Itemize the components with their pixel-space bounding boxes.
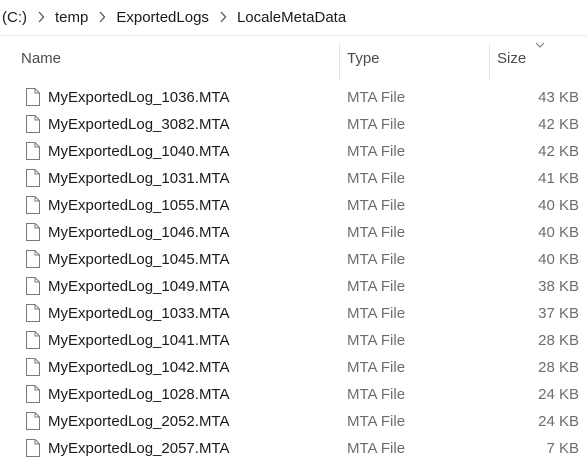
file-icon: [26, 196, 40, 214]
file-name[interactable]: MyExportedLog_1042.MTA: [48, 354, 230, 381]
file-size: 42 KB: [538, 116, 579, 133]
file-size: 37 KB: [538, 305, 579, 322]
file-size: 24 KB: [538, 386, 579, 403]
file-icon: [26, 250, 40, 268]
file-icon: [26, 412, 40, 430]
file-name[interactable]: MyExportedLog_1031.MTA: [48, 165, 230, 192]
file-type: MTA File: [347, 440, 406, 457]
file-row[interactable]: MyExportedLog_1033.MTA MTA File 37 KB: [0, 300, 587, 327]
file-size: 28 KB: [538, 332, 579, 349]
file-row[interactable]: MyExportedLog_1041.MTA MTA File 28 KB: [0, 327, 587, 354]
chevron-down-icon: [535, 42, 545, 48]
file-type: MTA File: [347, 359, 406, 376]
file-icon: [26, 331, 40, 349]
file-size: 7 KB: [546, 440, 579, 457]
file-row[interactable]: MyExportedLog_1042.MTA MTA File 28 KB: [0, 354, 587, 381]
file-name[interactable]: MyExportedLog_1033.MTA: [48, 300, 230, 327]
file-type: MTA File: [347, 224, 406, 241]
file-icon: [26, 304, 40, 322]
file-name[interactable]: MyExportedLog_1036.MTA: [48, 84, 230, 111]
file-row[interactable]: MyExportedLog_1031.MTA MTA File 41 KB: [0, 165, 587, 192]
file-row[interactable]: MyExportedLog_1046.MTA MTA File 40 KB: [0, 219, 587, 246]
file-row[interactable]: MyExportedLog_3082.MTA MTA File 42 KB: [0, 111, 587, 138]
file-name[interactable]: MyExportedLog_1049.MTA: [48, 273, 230, 300]
chevron-right-icon[interactable]: [29, 11, 53, 23]
file-row[interactable]: MyExportedLog_1055.MTA MTA File 40 KB: [0, 192, 587, 219]
file-row[interactable]: MyExportedLog_2052.MTA MTA File 24 KB: [0, 408, 587, 435]
file-icon: [26, 277, 40, 295]
file-type: MTA File: [347, 332, 406, 349]
breadcrumb: (C:) temp ExportedLogs LocaleMetaData: [0, 0, 587, 34]
chevron-right-icon[interactable]: [90, 11, 114, 23]
file-row[interactable]: MyExportedLog_1036.MTA MTA File 43 KB: [0, 84, 587, 111]
file-size: 28 KB: [538, 359, 579, 376]
file-row[interactable]: MyExportedLog_1028.MTA MTA File 24 KB: [0, 381, 587, 408]
column-header-type[interactable]: Type: [347, 36, 477, 81]
file-type: MTA File: [347, 170, 406, 187]
breadcrumb-item-drive[interactable]: (C:): [0, 9, 29, 26]
breadcrumb-item-exportedlogs[interactable]: ExportedLogs: [114, 9, 211, 26]
file-name[interactable]: MyExportedLog_1040.MTA: [48, 138, 230, 165]
file-icon: [26, 88, 40, 106]
file-row[interactable]: MyExportedLog_2057.MTA MTA File 7 KB: [0, 435, 587, 462]
file-type: MTA File: [347, 386, 406, 403]
file-name[interactable]: MyExportedLog_1045.MTA: [48, 246, 230, 273]
file-name[interactable]: MyExportedLog_3082.MTA: [48, 111, 230, 138]
file-size: 38 KB: [538, 278, 579, 295]
file-type: MTA File: [347, 278, 406, 295]
column-header-name[interactable]: Name: [21, 36, 331, 81]
file-icon: [26, 358, 40, 376]
file-size: 40 KB: [538, 224, 579, 241]
file-row[interactable]: MyExportedLog_1045.MTA MTA File 40 KB: [0, 246, 587, 273]
file-icon: [26, 439, 40, 457]
file-type: MTA File: [347, 197, 406, 214]
file-name[interactable]: MyExportedLog_1041.MTA: [48, 327, 230, 354]
column-separator[interactable]: [339, 44, 340, 81]
file-name[interactable]: MyExportedLog_1028.MTA: [48, 381, 230, 408]
file-type: MTA File: [347, 116, 406, 133]
file-row[interactable]: MyExportedLog_1049.MTA MTA File 38 KB: [0, 273, 587, 300]
column-separator[interactable]: [489, 44, 490, 81]
file-icon: [26, 115, 40, 133]
file-type: MTA File: [347, 89, 406, 106]
file-size: 40 KB: [538, 197, 579, 214]
file-name[interactable]: MyExportedLog_1055.MTA: [48, 192, 230, 219]
file-size: 43 KB: [538, 89, 579, 106]
file-list: MyExportedLog_1036.MTA MTA File 43 KB MyExp…: [0, 84, 587, 462]
column-header-row: Name Type Size: [0, 36, 587, 81]
file-icon: [26, 385, 40, 403]
file-type: MTA File: [347, 143, 406, 160]
file-row[interactable]: MyExportedLog_1040.MTA MTA File 42 KB: [0, 138, 587, 165]
file-size: 41 KB: [538, 170, 579, 187]
file-name[interactable]: MyExportedLog_2057.MTA: [48, 435, 230, 462]
file-type: MTA File: [347, 305, 406, 322]
file-type: MTA File: [347, 413, 406, 430]
file-size: 24 KB: [538, 413, 579, 430]
file-name[interactable]: MyExportedLog_1046.MTA: [48, 219, 230, 246]
file-size: 40 KB: [538, 251, 579, 268]
file-icon: [26, 142, 40, 160]
file-type: MTA File: [347, 251, 406, 268]
chevron-right-icon[interactable]: [211, 11, 235, 23]
breadcrumb-item-localemetadata[interactable]: LocaleMetaData: [235, 9, 348, 26]
file-name[interactable]: MyExportedLog_2052.MTA: [48, 408, 230, 435]
file-size: 42 KB: [538, 143, 579, 160]
breadcrumb-item-temp[interactable]: temp: [53, 9, 90, 26]
file-icon: [26, 223, 40, 241]
file-icon: [26, 169, 40, 187]
